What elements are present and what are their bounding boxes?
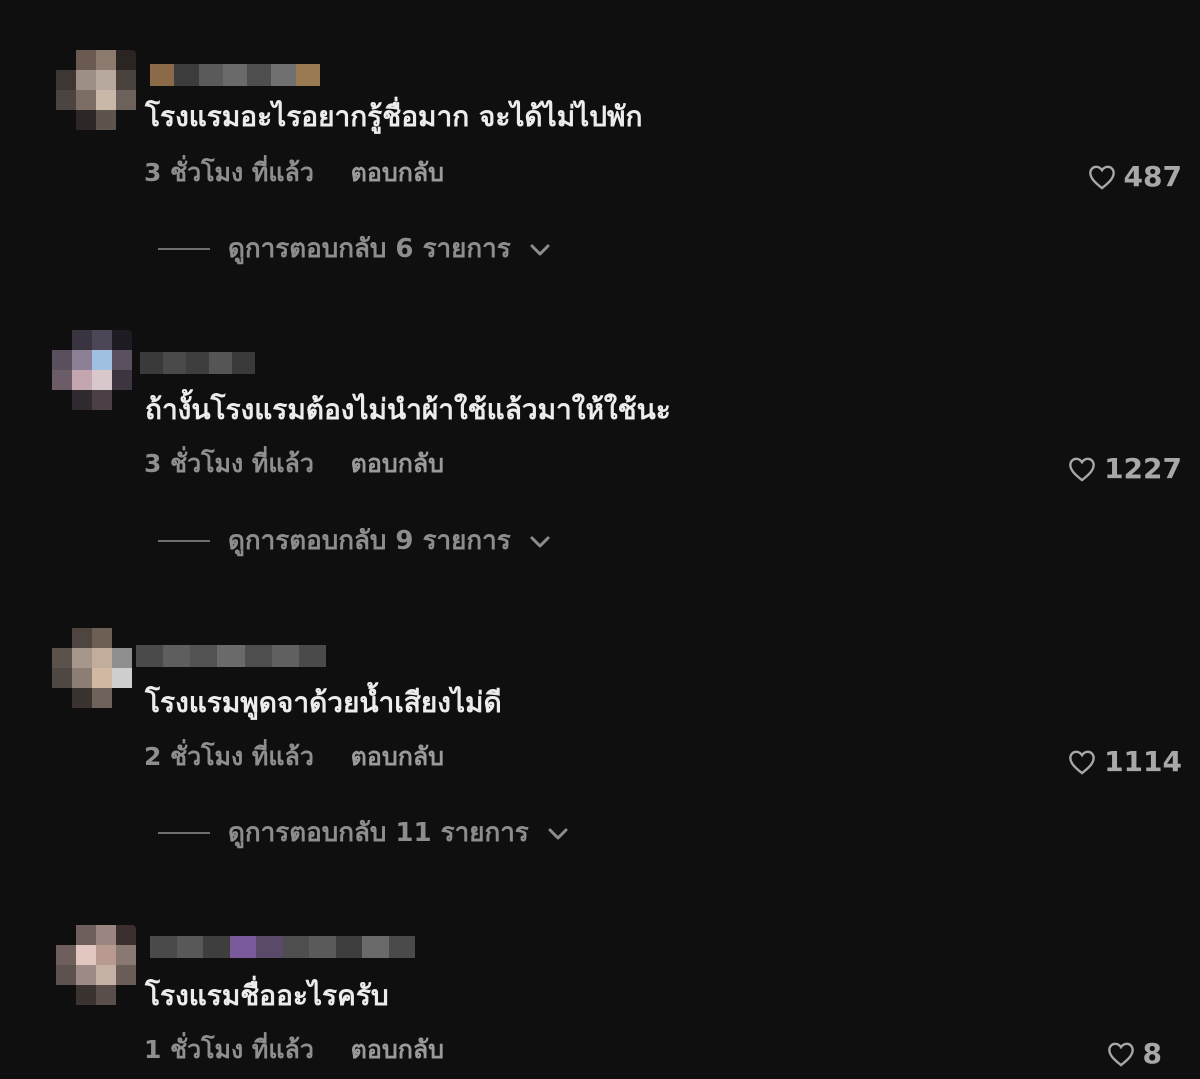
reply-button[interactable]: ตอบกลับ [351,742,444,771]
comment-text: โรงแรมอะไรอยากรู้ชื่อมาก จะได้ไม่ไปพัก [145,100,643,133]
timestamp: 2 ชั่วโมง ที่แล้ว [144,742,314,771]
divider-line [158,540,210,542]
like-count: 1114 [1104,745,1182,778]
heart-outline-icon [1107,1041,1135,1067]
like-button[interactable]: 1227 [1068,452,1182,486]
divider-line [158,248,210,250]
comment-meta: 1 ชั่วโมง ที่แล้ว ตอบกลับ [144,1035,444,1065]
comment-meta: 3 ชั่วโมง ที่แล้ว ตอบกลับ [144,158,444,188]
view-replies-button[interactable]: ดูการตอบกลับ 11 รายการ [158,817,569,849]
view-replies-button[interactable]: ดูการตอบกลับ 6 รายการ [158,233,551,265]
comment-text: ถ้างั้นโรงแรมต้องไม่นำผ้าใช้แล้วมาให้ใช้… [145,393,671,426]
chevron-down-icon [529,233,551,265]
view-replies-button[interactable]: ดูการตอบกลับ 9 รายการ [158,525,551,557]
chevron-down-icon [529,525,551,557]
like-button[interactable]: 8 [1107,1037,1162,1071]
like-count: 1227 [1104,452,1182,485]
like-count: 8 [1142,1037,1162,1070]
divider-line [158,832,210,834]
timestamp: 1 ชั่วโมง ที่แล้ว [144,1035,314,1064]
heart-outline-icon [1088,164,1116,190]
view-replies-label: ดูการตอบกลับ 9 รายการ [228,526,511,556]
username-blurred[interactable] [150,936,415,958]
comment-text: โรงแรมพูดจาด้วยน้ำเสียงไม่ดี [145,686,502,719]
avatar[interactable] [56,925,136,1005]
heart-outline-icon [1068,749,1096,775]
comment-meta: 2 ชั่วโมง ที่แล้ว ตอบกลับ [144,742,444,772]
chevron-down-icon [547,817,569,849]
comment-text: โรงแรมชื่ออะไรครับ [145,979,389,1012]
reply-button[interactable]: ตอบกลับ [351,158,444,187]
heart-outline-icon [1068,456,1096,482]
avatar[interactable] [56,50,136,130]
reply-button[interactable]: ตอบกลับ [351,1035,444,1064]
avatar[interactable] [52,628,132,708]
username-blurred[interactable] [150,64,320,86]
like-button[interactable]: 487 [1088,160,1182,194]
username-blurred[interactable] [136,645,326,667]
avatar[interactable] [52,330,132,410]
username-blurred[interactable] [140,352,255,374]
reply-button[interactable]: ตอบกลับ [351,449,444,478]
timestamp: 3 ชั่วโมง ที่แล้ว [144,449,314,478]
view-replies-label: ดูการตอบกลับ 11 รายการ [228,818,529,848]
timestamp: 3 ชั่วโมง ที่แล้ว [144,158,314,187]
like-count: 487 [1123,160,1182,193]
view-replies-label: ดูการตอบกลับ 6 รายการ [228,234,511,264]
like-button[interactable]: 1114 [1068,745,1182,779]
comment-meta: 3 ชั่วโมง ที่แล้ว ตอบกลับ [144,449,444,479]
